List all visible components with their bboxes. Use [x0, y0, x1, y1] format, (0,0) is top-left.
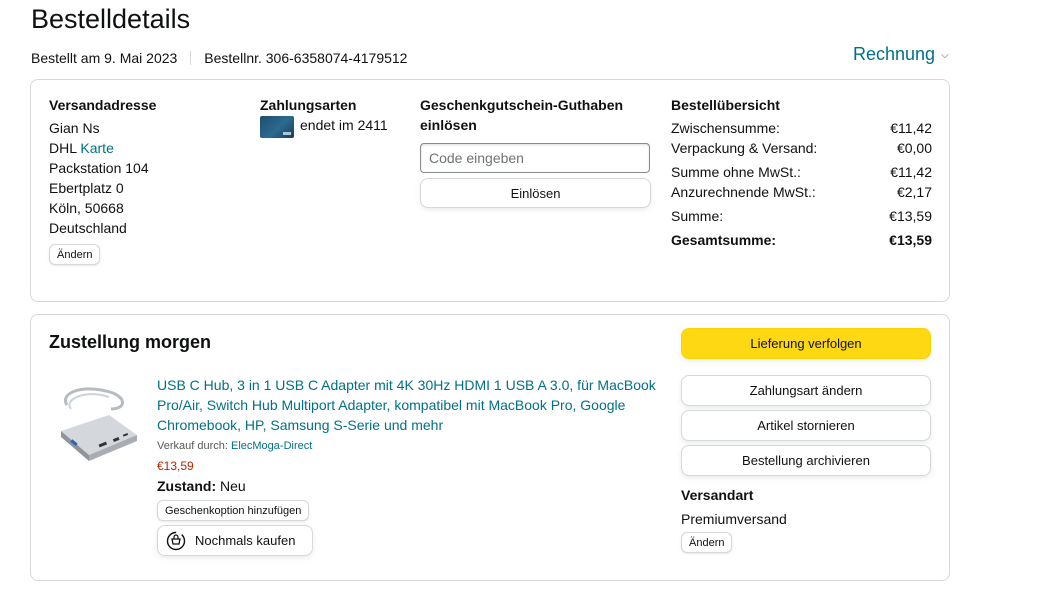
address-carrier-line: DHL Karte — [49, 138, 114, 158]
meta-divider — [190, 51, 192, 65]
overview-total-label: Gesamtsumme: — [671, 232, 777, 248]
seller-label: Verkauf durch: — [157, 440, 228, 452]
change-payment-button[interactable]: Zahlungsart ändern — [681, 375, 931, 406]
overview-row-label: Anzurechnende MwSt.: — [671, 184, 816, 200]
invoice-dropdown[interactable]: Rechnung ⌵ — [853, 42, 949, 66]
change-shipping-button[interactable]: Ändern — [681, 532, 733, 553]
gift-card-heading-2: einlösen — [420, 117, 477, 133]
address-country: Deutschland — [49, 220, 127, 236]
product-condition: Zustand: Neu — [157, 476, 246, 496]
track-delivery-button[interactable]: Lieferung verfolgen — [681, 328, 931, 359]
redeem-button[interactable]: Einlösen — [420, 178, 651, 208]
buy-again-button[interactable]: Nochmals kaufen — [157, 525, 313, 556]
overview-row: Summe: €13,59 — [671, 206, 932, 226]
shipping-address-heading: Versandadresse — [49, 97, 157, 113]
order-number: Bestellnr. 306-6358074-4179512 — [204, 50, 408, 66]
delivery-status-title: Zustellung morgen — [49, 332, 211, 352]
condition-value: Neu — [220, 478, 246, 494]
seller-link[interactable]: ElecMoga-Direct — [231, 440, 312, 452]
overview-row: Verpackung & Versand: €0,00 — [671, 138, 932, 158]
overview-heading: Bestellübersicht — [671, 97, 780, 113]
overview-total-row: Gesamtsumme: €13,59 — [671, 230, 932, 250]
invoice-label[interactable]: Rechnung — [853, 44, 935, 65]
address-name: Gian Ns — [49, 120, 100, 136]
map-link[interactable]: Karte — [80, 140, 113, 156]
usb-hub-product-image[interactable] — [53, 375, 145, 467]
overview-row-value: €11,42 — [890, 120, 932, 136]
overview-row-label: Verpackung & Versand: — [671, 140, 818, 156]
address-line-2: Ebertplatz 0 — [49, 180, 124, 196]
overview-row: Summe ohne MwSt.: €11,42 — [671, 162, 932, 182]
address-carrier: DHL — [49, 140, 77, 156]
buy-again-label[interactable]: Nochmals kaufen — [195, 533, 295, 548]
overview-total-value: €13,59 — [889, 232, 932, 248]
card-ending: endet im 2411 — [300, 117, 388, 133]
overview-row-value: €13,59 — [889, 208, 932, 224]
overview-row-label: Zwischensumme: — [671, 120, 780, 136]
overview-row-label: Summe ohne MwSt.: — [671, 164, 801, 180]
overview-row: Anzurechnende MwSt.: €2,17 — [671, 182, 932, 202]
overview-row-value: €0,00 — [896, 140, 932, 156]
product-title-link[interactable]: USB C Hub, 3 in 1 USB C Adapter mit 4K 3… — [157, 375, 657, 435]
page-title: Bestelldetails — [31, 4, 191, 34]
condition-label: Zustand: — [157, 478, 217, 494]
credit-card-icon — [260, 116, 294, 138]
chevron-down-icon: ⌵ — [941, 49, 949, 61]
buy-again-icon — [166, 531, 186, 550]
order-date: Bestellt am 9. Mai 2023 — [31, 50, 178, 66]
product-price: €13,59 — [157, 459, 194, 473]
archive-order-button[interactable]: Bestellung archivieren — [681, 445, 931, 476]
shipping-method-value: Premiumversand — [681, 511, 787, 527]
shipping-method-heading: Versandart — [681, 487, 754, 503]
cancel-item-button[interactable]: Artikel stornieren — [681, 410, 931, 441]
gift-code-input[interactable] — [420, 143, 650, 173]
overview-row-value: €2,17 — [896, 184, 932, 200]
order-meta: Bestellt am 9. Mai 2023 Bestellnr. 306-6… — [31, 48, 407, 68]
change-address-button[interactable]: Ändern — [49, 244, 101, 265]
address-city: Köln, 50668 — [49, 200, 124, 216]
order-summary-box: Versandadresse Gian Ns DHL Karte Packsta… — [30, 79, 950, 302]
add-gift-option-button[interactable]: Geschenkoption hinzufügen — [157, 500, 310, 521]
payment-heading: Zahlungsarten — [260, 97, 357, 113]
delivery-box: Zustellung morgen USB C Hub, 3 in 1 USB … — [30, 314, 950, 581]
gift-card-heading-1: Geschenkgutschein-Guthaben — [420, 97, 624, 113]
overview-row-value: €11,42 — [890, 164, 932, 180]
address-line-1: Packstation 104 — [49, 160, 149, 176]
seller-line: Verkauf durch: ElecMoga-Direct — [157, 438, 312, 454]
overview-row: Zwischensumme: €11,42 — [671, 118, 932, 138]
overview-row-label: Summe: — [671, 208, 724, 224]
